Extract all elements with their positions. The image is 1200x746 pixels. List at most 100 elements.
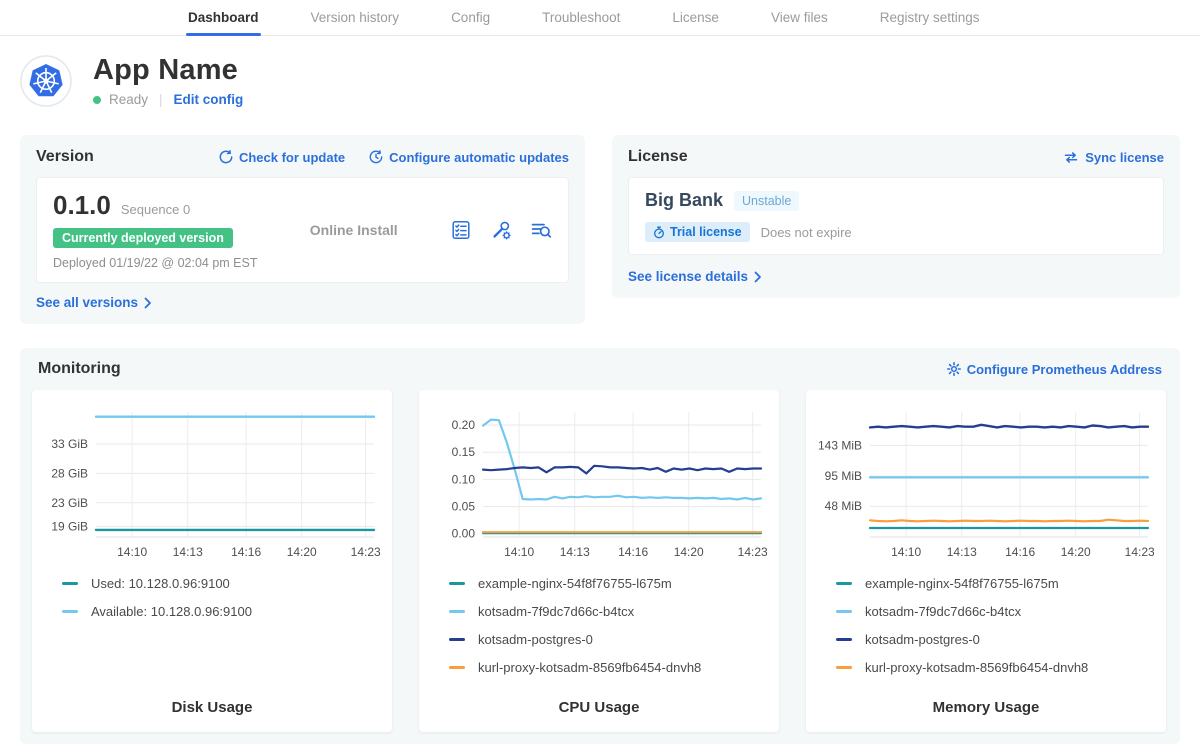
app-title: App Name <box>93 55 243 85</box>
configure-prometheus-link[interactable]: Configure Prometheus Address <box>947 362 1162 377</box>
tab-troubleshoot[interactable]: Troubleshoot <box>540 0 622 35</box>
legend-item: kurl-proxy-kotsadm-8569fb6454-dnvh8 <box>449 660 779 675</box>
chevron-right-icon <box>144 297 152 309</box>
legend-swatch <box>836 666 852 669</box>
svg-text:14:10: 14:10 <box>504 545 534 559</box>
license-details-box: Big Bank Unstable Trial license Does not… <box>628 177 1164 255</box>
legend-swatch <box>836 582 852 585</box>
deployed-timestamp: Deployed 01/19/22 @ 02:04 pm EST <box>53 256 257 270</box>
see-license-details-link[interactable]: See license details <box>628 269 762 284</box>
svg-text:14:13: 14:13 <box>560 545 590 559</box>
legend-item: kotsadm-postgres-0 <box>836 632 1166 647</box>
svg-text:14:10: 14:10 <box>117 545 147 559</box>
ready-status-dot <box>93 96 101 104</box>
monitoring-heading: Monitoring <box>38 360 121 378</box>
memory-usage-chart: 14:1014:1314:1614:2014:23143 MiB95 MiB48… <box>818 404 1154 564</box>
svg-text:14:20: 14:20 <box>674 545 704 559</box>
svg-text:0.05: 0.05 <box>452 500 476 514</box>
refresh-icon <box>219 150 233 164</box>
svg-text:143 MiB: 143 MiB <box>818 439 862 453</box>
legend-item: kotsadm-7f9dc7d66c-b4tcx <box>836 604 1166 619</box>
auto-update-clock-icon <box>369 150 383 164</box>
legend-swatch <box>449 582 465 585</box>
license-card: License Sync license Big Bank Unstable <box>612 135 1180 298</box>
memory-usage-title: Memory Usage <box>806 699 1166 716</box>
svg-text:0.15: 0.15 <box>452 446 476 460</box>
tab-license[interactable]: License <box>670 0 721 35</box>
cpu-usage-chart-card: 14:10 14:13 14:16 14:20 14:23 0.20 0.15 0.10 0.0… <box>419 390 779 732</box>
svg-text:48 MiB: 48 MiB <box>825 500 862 514</box>
svg-text:14:20: 14:20 <box>287 545 317 559</box>
svg-text:0.00: 0.00 <box>452 527 476 541</box>
legend-item: Used: 10.128.0.96:9100 <box>62 576 392 591</box>
svg-text:19 GiB: 19 GiB <box>51 520 88 534</box>
cpu-usage-title: CPU Usage <box>419 699 779 716</box>
legend-item: example-nginx-54f8f76755-l675m <box>449 576 779 591</box>
svg-text:14:23: 14:23 <box>351 545 380 559</box>
sync-icon <box>1063 151 1079 164</box>
svg-text:14:13: 14:13 <box>947 545 977 559</box>
configure-wrench-gear-icon[interactable] <box>490 219 512 241</box>
legend-swatch <box>836 638 852 641</box>
svg-text:14:10: 14:10 <box>891 545 921 559</box>
kubernetes-logo-icon <box>20 55 72 107</box>
dashboard-page: App Name Ready | Edit config Version Che… <box>0 55 1200 744</box>
version-info: 0.1.0 Sequence 0 Currently deployed vers… <box>53 190 257 270</box>
trial-license-badge: Trial license <box>645 222 750 242</box>
legend-swatch <box>449 638 465 641</box>
disk-usage-chart-card: 14:1014:1314:1614:2014:2333 GiB28 GiB23 … <box>32 390 392 732</box>
cpu-usage-legend: example-nginx-54f8f76755-l675m kotsadm-7… <box>449 576 779 688</box>
svg-text:14:16: 14:16 <box>618 545 648 559</box>
cpu-usage-chart: 14:10 14:13 14:16 14:20 14:23 0.20 0.15 0.10 0.0… <box>431 404 767 564</box>
tab-registry-settings[interactable]: Registry settings <box>878 0 982 35</box>
svg-text:0.20: 0.20 <box>452 418 476 432</box>
svg-text:14:23: 14:23 <box>1125 545 1154 559</box>
app-header-text: App Name Ready | Edit config <box>93 55 243 107</box>
legend-item: Available: 10.128.0.96:9100 <box>62 604 392 619</box>
stopwatch-icon <box>653 226 665 239</box>
legend-swatch <box>449 610 465 613</box>
tab-version-history[interactable]: Version history <box>309 0 402 35</box>
legend-swatch <box>62 582 78 585</box>
version-card: Version Check for update Configure autom… <box>20 135 585 324</box>
preflight-checks-icon[interactable] <box>450 219 472 241</box>
svg-text:14:13: 14:13 <box>173 545 203 559</box>
gear-icon <box>947 362 961 376</box>
legend-item: kotsadm-postgres-0 <box>449 632 779 647</box>
edit-config-link[interactable]: Edit config <box>174 92 244 107</box>
legend-item: example-nginx-54f8f76755-l675m <box>836 576 1166 591</box>
svg-text:28 GiB: 28 GiB <box>51 467 88 481</box>
divider: | <box>156 92 166 107</box>
memory-usage-legend: example-nginx-54f8f76755-l675m kotsadm-7… <box>836 576 1166 688</box>
current-version-box: 0.1.0 Sequence 0 Currently deployed vers… <box>36 177 569 283</box>
app-status: Ready <box>109 92 148 107</box>
install-type-label: Online Install <box>310 222 398 238</box>
disk-usage-title: Disk Usage <box>32 699 392 716</box>
svg-text:0.10: 0.10 <box>452 473 476 487</box>
version-heading: Version <box>36 148 94 166</box>
version-sequence: Sequence 0 <box>121 202 190 217</box>
legend-item: kurl-proxy-kotsadm-8569fb6454-dnvh8 <box>836 660 1166 675</box>
sync-license-link[interactable]: Sync license <box>1063 150 1164 165</box>
svg-text:23 GiB: 23 GiB <box>51 496 88 510</box>
chevron-right-icon <box>754 271 762 283</box>
svg-text:95 MiB: 95 MiB <box>825 470 862 484</box>
license-customer-name: Big Bank <box>645 190 723 211</box>
svg-text:14:16: 14:16 <box>1005 545 1035 559</box>
tab-dashboard[interactable]: Dashboard <box>186 0 261 35</box>
legend-swatch <box>449 666 465 669</box>
svg-text:14:23: 14:23 <box>738 545 767 559</box>
license-heading: License <box>628 148 688 166</box>
view-logs-icon[interactable] <box>530 219 552 241</box>
top-navigation: Dashboard Version history Config Trouble… <box>0 0 1200 36</box>
see-all-versions-link[interactable]: See all versions <box>36 295 152 310</box>
check-for-update-link[interactable]: Check for update <box>219 150 345 165</box>
app-header: App Name Ready | Edit config <box>20 55 1180 107</box>
configure-automatic-updates-link[interactable]: Configure automatic updates <box>369 150 569 165</box>
svg-text:14:16: 14:16 <box>231 545 261 559</box>
legend-swatch <box>62 610 78 613</box>
memory-usage-chart-card: 14:1014:1314:1614:2014:23143 MiB95 MiB48… <box>806 390 1166 732</box>
monitoring-card: Monitoring Configure Prometheus Address … <box>20 348 1180 744</box>
tab-config[interactable]: Config <box>449 0 492 35</box>
tab-view-files[interactable]: View files <box>769 0 830 35</box>
